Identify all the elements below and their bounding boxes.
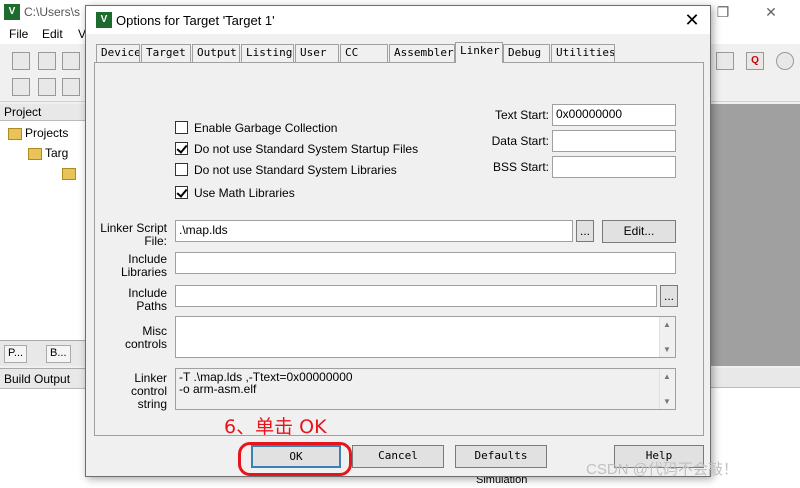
tab-utilities[interactable]: Utilities [551, 44, 615, 62]
tree-item-target[interactable]: Targ [28, 146, 68, 160]
scroll-up-icon[interactable]: ▲ [663, 320, 671, 329]
linker-control-string: -T .\map.lds ,-Ttext=0x00000000 -o arm-a… [175, 368, 676, 410]
ide-title: C:\Users\s [24, 5, 81, 19]
ok-highlight-circle [238, 442, 352, 476]
include-paths-browse-button[interactable]: ... [660, 285, 678, 307]
side-panel-header [710, 368, 800, 388]
data-start-input[interactable] [552, 130, 676, 152]
scroll-down-icon[interactable]: ▼ [663, 397, 671, 406]
include-libraries-label: Include Libraries [120, 252, 167, 279]
include-libraries-input[interactable] [175, 252, 676, 274]
debug-icon[interactable]: Q [746, 52, 764, 70]
checkbox-box[interactable] [175, 121, 188, 134]
tab-user[interactable]: User [295, 44, 339, 62]
tab-project[interactable]: P... [4, 345, 28, 363]
project-icon [8, 127, 22, 140]
data-start-label: Data Start: [491, 134, 549, 148]
tree-item-projects[interactable]: Projects [8, 126, 68, 140]
dialog-title: Options for Target 'Target 1' [116, 13, 275, 28]
keil-logo-icon: V [4, 4, 20, 20]
open-folder-icon[interactable] [38, 52, 56, 70]
build-icon[interactable] [38, 78, 56, 96]
tab-books[interactable]: B... [46, 345, 71, 363]
linker-control-string-label: Linker control string [130, 371, 167, 411]
misc-scrollbar[interactable]: ▲ ▼ [659, 317, 675, 357]
close-icon[interactable]: ✕ [678, 8, 706, 32]
translate-icon[interactable] [12, 78, 30, 96]
bss-start-input[interactable] [552, 156, 676, 178]
linker-control-line: -o arm-asm.elf [179, 382, 257, 396]
checkbox-garbage-collection[interactable]: Enable Garbage Collection [175, 121, 337, 135]
folder-icon [62, 167, 76, 180]
include-paths-input[interactable] [175, 285, 657, 307]
breakpoint-icon[interactable] [776, 52, 794, 70]
misc-controls-label: Misc controls [124, 324, 167, 351]
linker-string-scrollbar[interactable]: ▲ ▼ [659, 369, 675, 409]
project-panel: Project Projects Targ [0, 104, 90, 366]
annotation-text: 6、单击 OK [224, 416, 327, 438]
tab-output[interactable]: Output [192, 44, 240, 62]
rebuild-icon[interactable] [62, 78, 80, 96]
misc-controls-input[interactable]: ▲ ▼ [175, 316, 676, 358]
text-start-label: Text Start: [494, 108, 549, 122]
close-icon[interactable]: ✕ [756, 2, 786, 22]
linker-script-label: Linker Script File: [100, 221, 167, 248]
checkbox-box[interactable] [175, 142, 188, 155]
checkbox-no-startup-files[interactable]: Do not use Standard System Startup Files [175, 142, 418, 156]
linker-script-input[interactable]: .\map.lds [175, 220, 573, 242]
tab-target[interactable]: Target [141, 44, 191, 62]
save-icon[interactable] [62, 52, 80, 70]
options-dialog: V Options for Target 'Target 1' ✕ Device… [85, 5, 711, 477]
keil-logo-icon: V [96, 12, 112, 28]
tab-listing[interactable]: Listing [241, 44, 294, 62]
linker-script-browse-button[interactable]: ... [576, 220, 594, 242]
scroll-up-icon[interactable]: ▲ [663, 372, 671, 381]
scroll-down-icon[interactable]: ▼ [663, 345, 671, 354]
edit-button[interactable]: Edit... [602, 220, 676, 243]
include-paths-label: Include Paths [128, 286, 167, 313]
bss-start-label: BSS Start: [492, 160, 549, 174]
new-file-icon[interactable] [12, 52, 30, 70]
tab-device[interactable]: Device [96, 44, 140, 62]
project-panel-title: Project [0, 104, 89, 121]
tab-debug[interactable]: Debug [503, 44, 550, 62]
tree-item-group[interactable] [62, 166, 79, 180]
tab-linker[interactable]: Linker [455, 42, 503, 63]
folder-icon [28, 147, 42, 160]
checkbox-math-libraries[interactable]: Use Math Libraries [175, 186, 295, 200]
dialog-titlebar: V Options for Target 'Target 1' ✕ [86, 6, 710, 34]
tab-cc[interactable]: CC [340, 44, 388, 62]
defaults-button[interactable]: Defaults [455, 445, 547, 468]
checkbox-no-system-libraries[interactable]: Do not use Standard System Libraries [175, 163, 397, 177]
settings-icon[interactable] [716, 52, 734, 70]
linker-tab-page: Enable Garbage Collection Do not use Sta… [94, 62, 704, 436]
menu-edit[interactable]: Edit [42, 27, 63, 41]
checkbox-box[interactable] [175, 163, 188, 176]
checkbox-box[interactable] [175, 186, 188, 199]
panel-tabs: P... B... [0, 340, 90, 366]
restore-icon[interactable]: ❐ [708, 2, 738, 22]
menu-file[interactable]: File [9, 27, 28, 41]
cancel-button[interactable]: Cancel [352, 445, 444, 468]
tab-assembler[interactable]: Assembler [389, 44, 455, 62]
watermark: CSDN @代码不会敲！ [586, 461, 738, 478]
editor-area [710, 104, 800, 366]
text-start-input[interactable]: 0x00000000 [552, 104, 676, 126]
tab-strip: Device Target Output Listing User CC Ass… [94, 42, 704, 63]
